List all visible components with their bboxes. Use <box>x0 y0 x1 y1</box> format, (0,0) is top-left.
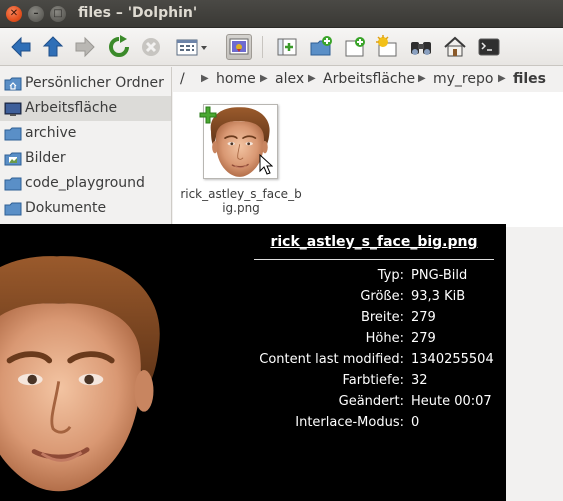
add-selection-icon[interactable] <box>199 106 217 124</box>
tooltip-row: Breite: 279 <box>240 307 506 328</box>
pictures-folder-icon <box>4 152 22 166</box>
sidebar-item-archive[interactable]: archive <box>0 121 171 146</box>
new-folder-button[interactable] <box>308 34 334 60</box>
home-button[interactable] <box>442 34 468 60</box>
breadcrumb-item-desktop[interactable]: Arbeitsfläche <box>323 71 415 87</box>
back-icon <box>11 36 31 58</box>
minimize-window-button[interactable]: – <box>28 6 44 22</box>
breadcrumb-item-files[interactable]: files <box>513 71 546 87</box>
view-mode-icon <box>176 39 207 56</box>
reload-button[interactable] <box>106 34 132 60</box>
reload-icon <box>109 35 129 57</box>
breadcrumb-item-alex[interactable]: alex <box>275 71 304 87</box>
tooltip-value: 279 <box>411 310 436 325</box>
sidebar-item-label: Bilder <box>25 150 66 166</box>
up-button[interactable] <box>40 34 66 60</box>
tooltip-value: Heute 00:07 <box>411 394 492 409</box>
preview-icon <box>229 38 249 55</box>
chevron-right-icon: ▶ <box>308 73 316 84</box>
show-hidden-files-button[interactable] <box>374 34 400 60</box>
breadcrumb: / ▶ home ▶ alex ▶ Arbeitsfläche ▶ my_rep… <box>173 67 563 91</box>
tooltip-row: Höhe: 279 <box>240 328 506 349</box>
home-icon <box>444 36 466 57</box>
tooltip-value: 32 <box>411 373 428 388</box>
sidebar-item-label: Persönlicher Ordner <box>25 75 164 91</box>
tooltip-key: Interlace-Modus: <box>295 415 404 430</box>
tooltip-divider <box>254 259 494 260</box>
terminal-button[interactable] <box>476 34 502 60</box>
chevron-right-icon: ▶ <box>418 73 426 84</box>
sidebar-item-label: Arbeitsfläche <box>25 100 118 116</box>
sidebar-item-label: code_playground <box>25 175 145 191</box>
chevron-right-icon: ▶ <box>260 73 268 84</box>
maximize-window-button[interactable]: □ <box>50 6 66 22</box>
tooltip-value: 93,3 KiB <box>411 289 466 304</box>
preview-toggle-button[interactable] <box>226 34 252 60</box>
sidebar-item-home[interactable]: Persönlicher Ordner <box>0 71 171 96</box>
breadcrumb-item-home[interactable]: home <box>216 71 256 87</box>
stop-icon <box>142 38 160 56</box>
view-mode-button[interactable] <box>174 34 210 60</box>
file-info-tooltip: rick_astley_s_face_big.png Typ: PNG-Bild… <box>0 224 506 501</box>
breadcrumb-root[interactable]: / <box>180 71 185 87</box>
places-sidebar: Persönlicher Ordner Arbeitsfläche archiv… <box>0 67 172 227</box>
chevron-right-icon: ▶ <box>201 73 209 84</box>
forward-icon <box>75 36 95 58</box>
new-tab-button[interactable] <box>342 34 368 60</box>
sidebar-item-code-playground[interactable]: code_playground <box>0 171 171 196</box>
tooltip-row: Farbtiefe: 32 <box>240 370 506 391</box>
tooltip-key: Typ: <box>377 268 404 283</box>
find-icon <box>411 42 431 55</box>
breadcrumb-item-my-repo[interactable]: my_repo <box>433 71 493 87</box>
face-preview-image <box>0 242 180 498</box>
tooltip-row: Typ: PNG-Bild <box>240 265 506 286</box>
tooltip-value: PNG-Bild <box>411 268 468 283</box>
file-name-label[interactable]: rick_astley_s_face_big.png <box>179 187 303 215</box>
up-icon <box>42 36 64 57</box>
back-button[interactable] <box>8 34 34 60</box>
tooltip-key: Farbtiefe: <box>342 373 404 388</box>
file-view[interactable]: rick_astley_s_face_big.png <box>173 92 563 227</box>
tooltip-key: Größe: <box>360 289 404 304</box>
tooltip-value: 1340255504 <box>411 352 494 367</box>
folder-icon <box>4 202 22 216</box>
stop-button[interactable] <box>138 34 164 60</box>
toolbar-separator <box>262 36 263 58</box>
tooltip-row: Content last modified: 1340255504 <box>240 349 506 370</box>
tooltip-key: Höhe: <box>365 331 404 346</box>
desktop-icon <box>4 102 22 116</box>
toolbar <box>0 28 563 66</box>
find-button[interactable] <box>408 34 434 60</box>
terminal-icon <box>478 38 500 56</box>
new-file-button[interactable] <box>274 34 300 60</box>
forward-button[interactable] <box>72 34 98 60</box>
close-window-button[interactable]: ✕ <box>6 6 22 22</box>
sidebar-item-label: archive <box>25 125 77 141</box>
new-folder-icon <box>310 36 332 56</box>
tooltip-key: Content last modified: <box>259 352 404 367</box>
sidebar-item-pictures[interactable]: Bilder <box>0 146 171 171</box>
folder-icon <box>4 177 22 191</box>
show-hidden-icon <box>376 35 397 57</box>
tooltip-value: 279 <box>411 331 436 346</box>
mouse-pointer-icon <box>259 154 273 175</box>
new-file-icon <box>277 38 297 56</box>
tooltip-row: Geändert: Heute 00:07 <box>240 391 506 412</box>
tooltip-row: Interlace-Modus: 0 <box>240 412 506 433</box>
window-title: files – 'Dolphin' <box>78 5 198 21</box>
tooltip-key: Geändert: <box>338 394 404 409</box>
tooltip-row: Größe: 93,3 KiB <box>240 286 506 307</box>
title-bar: ✕ – □ files – 'Dolphin' <box>0 0 563 28</box>
sidebar-item-label: Dokumente <box>25 200 107 216</box>
home-folder-icon <box>4 77 22 91</box>
tooltip-file-title: rick_astley_s_face_big.png <box>270 234 478 250</box>
sidebar-item-desktop[interactable]: Arbeitsfläche <box>0 96 171 121</box>
chevron-right-icon: ▶ <box>498 73 506 84</box>
tooltip-value: 0 <box>411 415 420 430</box>
sidebar-item-documents[interactable]: Dokumente <box>0 196 171 221</box>
folder-icon <box>4 127 22 141</box>
tooltip-key: Breite: <box>360 310 404 325</box>
new-tab-icon <box>345 37 365 57</box>
